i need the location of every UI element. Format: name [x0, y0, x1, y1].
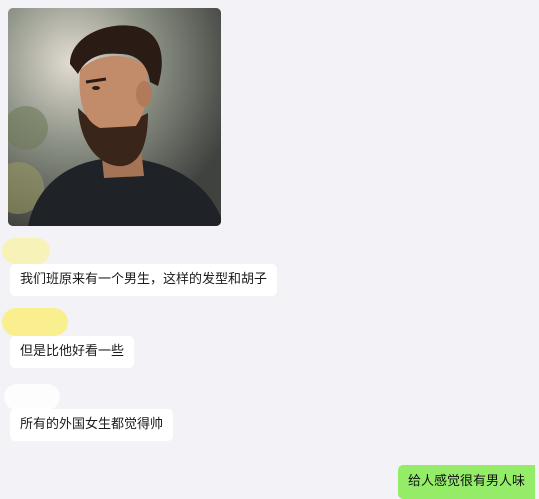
message-bubble[interactable]: 但是比他好看一些	[10, 336, 135, 368]
chat-area: 我们班原来有一个男生，这样的发型和胡子 但是比他好看一些 所有的外国女生都觉得帅…	[0, 0, 539, 499]
message-bubble[interactable]: 所有的外国女生都觉得帅	[10, 409, 174, 441]
sender-avatar-placeholder	[2, 238, 50, 264]
image-message[interactable]	[8, 8, 221, 226]
man-portrait-photo	[8, 8, 221, 226]
outgoing-message-bubble[interactable]: 给人感觉很有男人味	[398, 465, 536, 499]
sender-avatar-placeholder	[4, 384, 60, 410]
sender-avatar-placeholder	[2, 308, 68, 336]
message-bubble[interactable]: 我们班原来有一个男生，这样的发型和胡子	[10, 264, 278, 296]
